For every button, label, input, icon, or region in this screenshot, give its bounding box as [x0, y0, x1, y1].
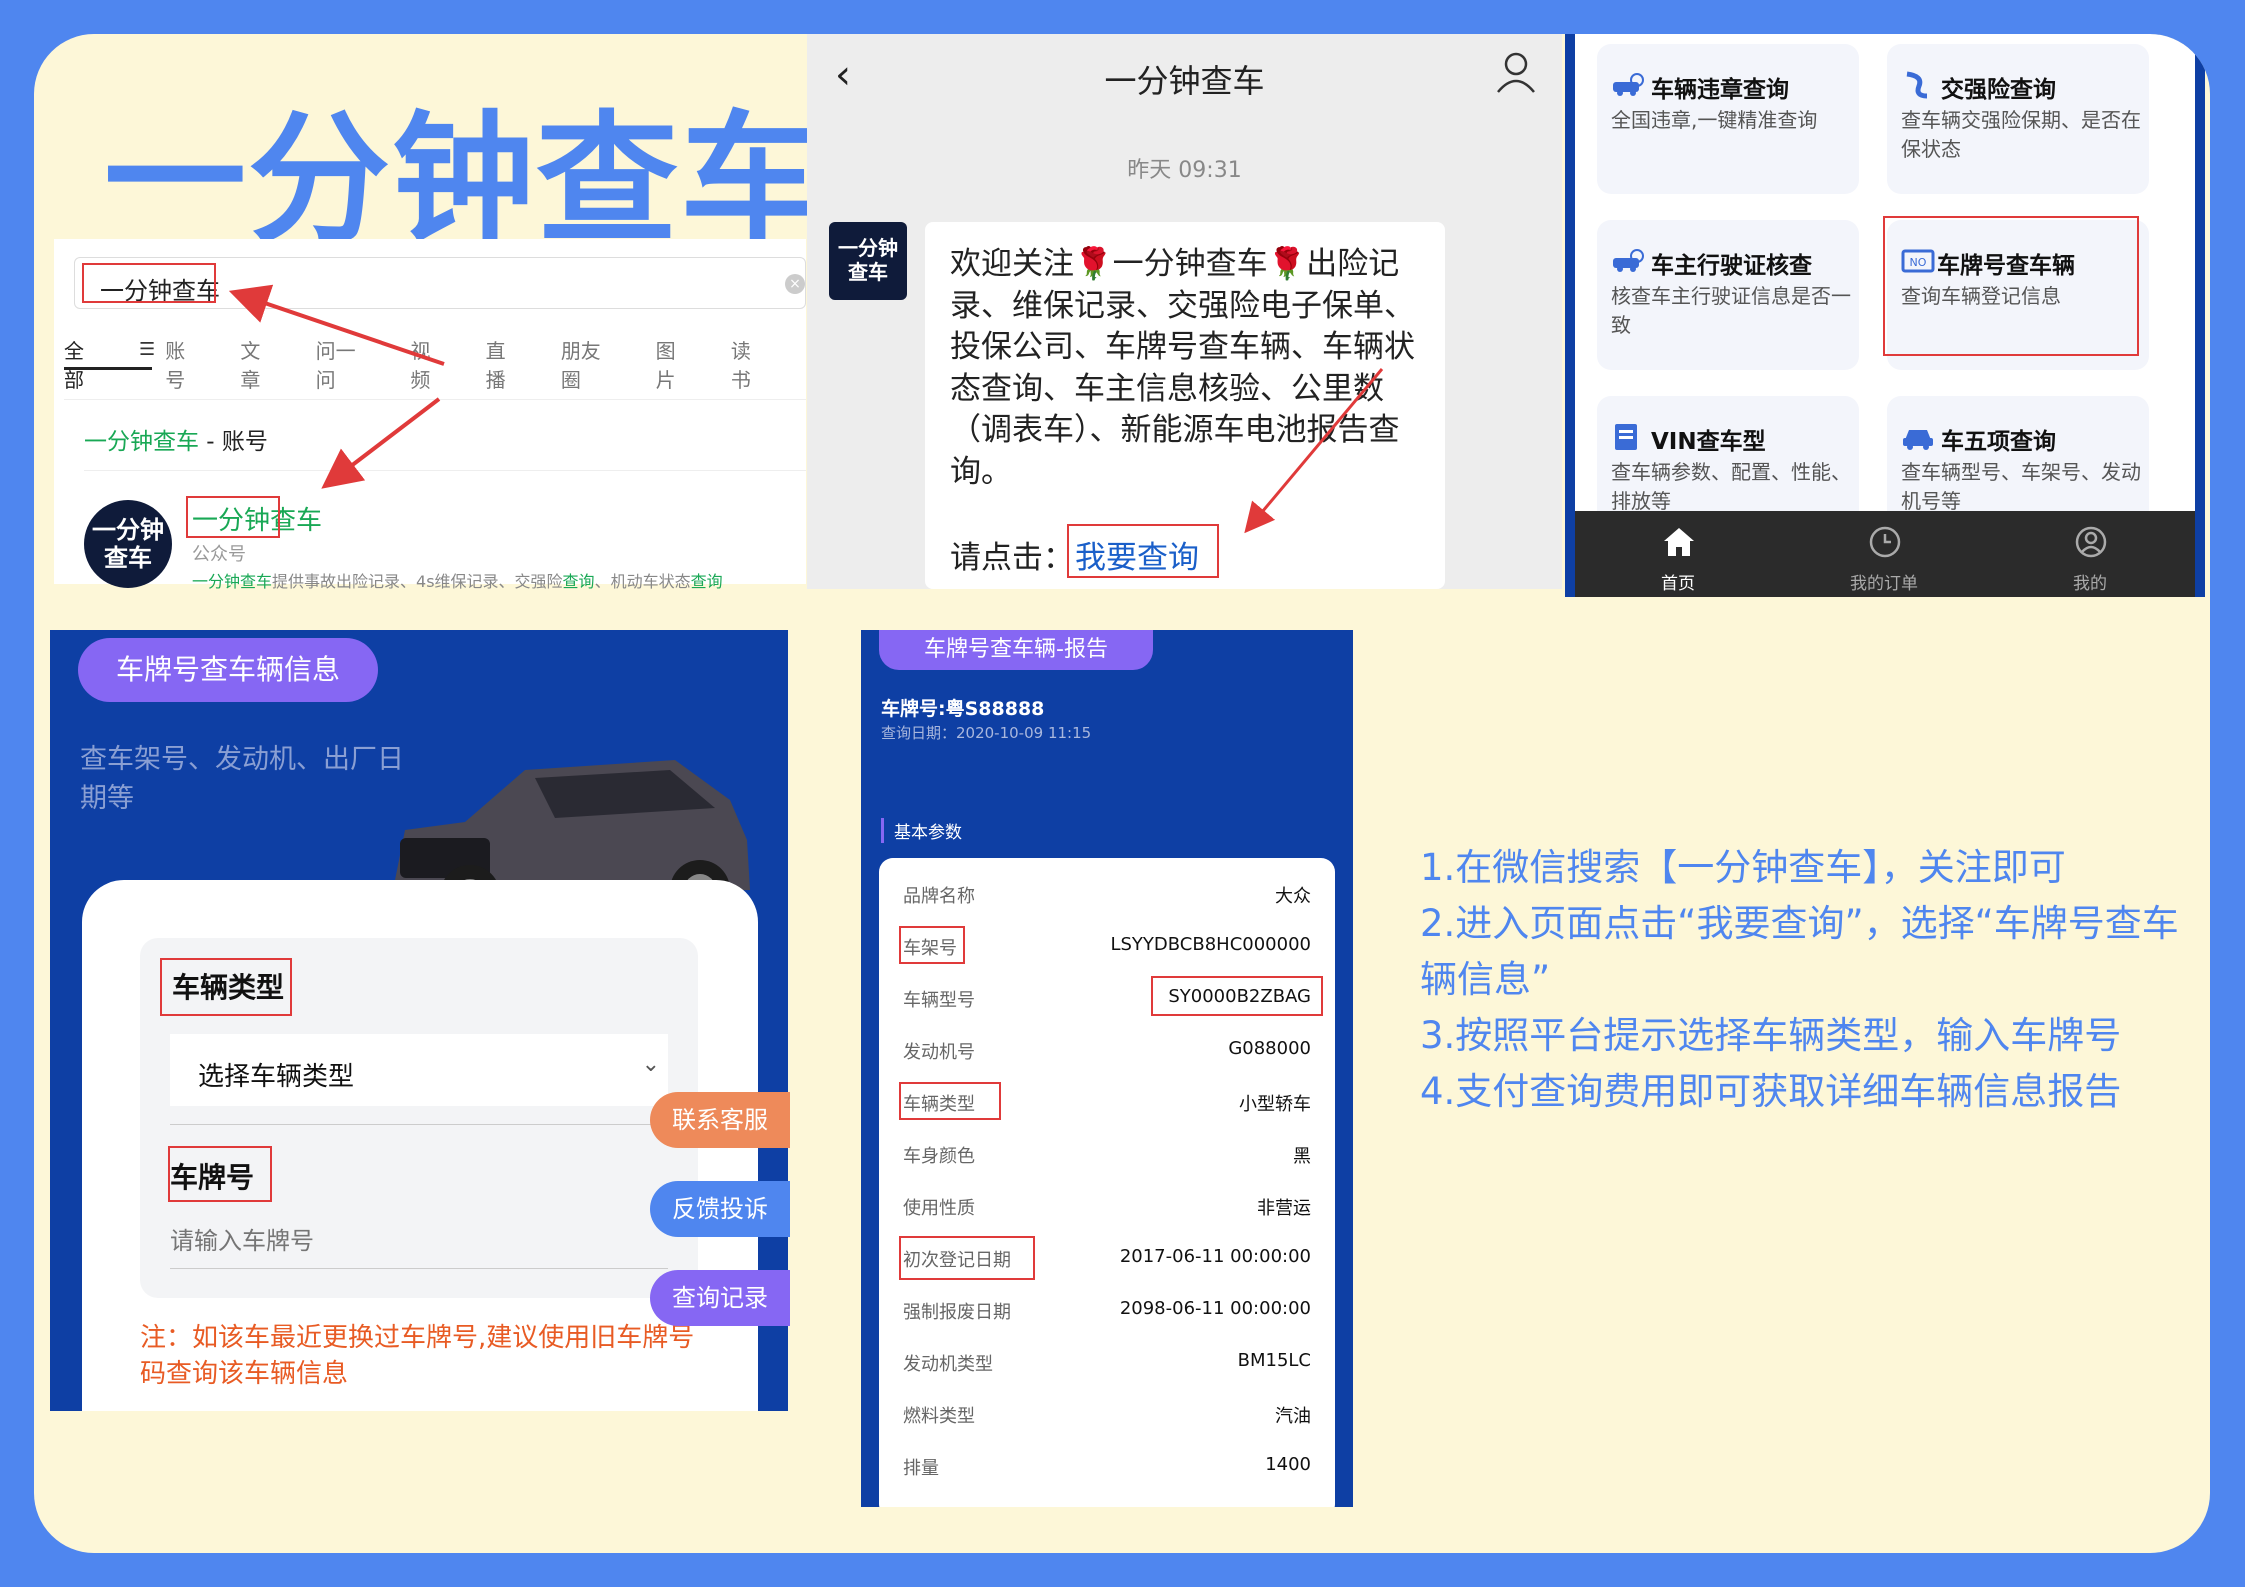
nav-label: 我的订单 [1850, 574, 1918, 594]
feedback-button[interactable]: 反馈投诉 [650, 1181, 790, 1237]
table-row: 强制报废日期 2098-06-11 00:00:00 [903, 1298, 1311, 1323]
user-icon [2075, 526, 2107, 558]
tile-title: VIN查车型 [1651, 429, 1766, 455]
arrow-annotations [228, 284, 445, 489]
tile-insurance[interactable]: 交强险查询 查车辆交强险保期、是否在保状态 [1887, 44, 2149, 194]
bottom-nav: 首页 我的订单 我的 [1575, 511, 2195, 597]
report-table: 品牌名称 大众 车架号 LSYYDBCB8HC000000 车辆型号 SY0000B2… [879, 858, 1335, 1507]
form-card: 车辆类型 选择车辆类型 ⌄ 车牌号 注：如该车最近更换过车牌号,建议使用旧车牌号… [82, 880, 758, 1411]
report-date: 查询日期：2020-10-09 11:15 [881, 724, 1092, 742]
table-row: 发动机类型 BM15LC [903, 1350, 1311, 1375]
highlight-box [160, 958, 292, 1016]
chevron-down-icon: ⌄ [641, 1052, 660, 1077]
form-note: 注：如该车最近更换过车牌号,建议使用旧车牌号码查询该车辆信息 [140, 1323, 695, 1389]
nav-home[interactable]: 首页 [1575, 511, 1781, 597]
table-row: 排量 1400 [903, 1454, 1311, 1479]
clock-icon [1869, 526, 1901, 558]
report-pill: 车牌号查车辆-报告 [879, 630, 1153, 670]
tile-plate-lookup[interactable]: NO 车牌号查车辆 查询车辆登记信息 [1883, 216, 2149, 370]
tile-desc: 核查车主行驶证信息是否一致 [1611, 284, 1851, 337]
tile-violation[interactable]: 车辆违章查询 全国违章,一键精准查询 [1597, 44, 1859, 194]
vehicle-type-select[interactable]: 选择车辆类型 ⌄ [170, 1034, 668, 1106]
divider [170, 1124, 668, 1125]
step-2: 2.进入页面点击“我要查询”，选择“车牌号查车辆信息” [1420, 902, 2179, 1001]
highlight-box [899, 1082, 1001, 1120]
tile-desc: 查车辆参数、配置、性能、排放等 [1611, 460, 1851, 513]
car-search-icon [1613, 73, 1644, 96]
report-plate: 车牌号:粤S88888 [881, 698, 1045, 720]
tile-desc: 查车辆型号、车架号、发动机号等 [1901, 460, 2141, 513]
arrow-annotation [1244, 368, 1384, 534]
service-panel: 车辆违章查询 全国违章,一键精准查询 交强险查询 查车辆交强险保期、是否在保状态… [1565, 34, 2205, 597]
form-subtitle: 查车架号、发动机、出厂日期等 [80, 744, 404, 814]
tile-title: 车五项查询 [1941, 429, 2056, 455]
tile-license-check[interactable]: 车主行驶证核查 核查车主行驶证信息是否一致 [1597, 220, 1859, 370]
insurance-icon [1906, 71, 1928, 99]
chat-panel: ‹ 一分钟查车 昨天 09:31 一分钟查车 欢迎关注🌹一分钟查车🌹出险记录、维… [807, 34, 1562, 589]
table-row: 车辆型号 SY0000B2ZBAG [879, 972, 1335, 1024]
tile-desc: 全国违章,一键精准查询 [1611, 108, 1818, 132]
table-row: 车辆类型 小型轿车 [879, 1076, 1335, 1128]
table-row: 初次登记日期 2017-06-11 00:00:00 [879, 1232, 1335, 1284]
step-1: 1.在微信搜索【一分钟查车】，关注即可 [1420, 846, 2066, 889]
table-row: 使用性质 非营运 [903, 1198, 1311, 1219]
poster-card: 一分钟查车 一分钟查车 × 全部 账号 文章 问一问 视频 直播 朋友圈 图片 … [34, 34, 2210, 1553]
divider [170, 1268, 668, 1269]
highlight-box [1883, 216, 2139, 356]
table-row: 品牌名称 大众 [903, 886, 1311, 907]
form-fields: 车辆类型 选择车辆类型 ⌄ 车牌号 [140, 938, 698, 1298]
nav-me[interactable]: 我的 [1987, 511, 2193, 597]
tile-desc: 查车辆交强险保期、是否在保状态 [1901, 108, 2141, 161]
table-row: 燃料类型 汽油 [903, 1406, 1311, 1427]
instruction-steps: 1.在微信搜索【一分钟查车】，关注即可 2.进入页面点击“我要查询”，选择“车牌… [1420, 840, 2180, 1120]
highlight-box [168, 1146, 272, 1202]
car-icon [1903, 430, 1933, 450]
form-pill: 车牌号查车辆信息 [78, 638, 378, 702]
home-icon [1664, 528, 1694, 556]
tile-title: 车主行驶证核查 [1651, 253, 1812, 279]
table-row: 车身颜色黑 [903, 1146, 1311, 1167]
select-placeholder: 选择车辆类型 [198, 1062, 355, 1092]
plate-input[interactable] [170, 1223, 668, 1259]
step-3: 3.按照平台提示选择车辆类型，输入车牌号 [1420, 1014, 2122, 1057]
form-panel: 车牌号查车辆信息 查车架号、发动机、出厂日期等 车辆类型 选择车辆类型 ⌄ 车牌… [50, 630, 790, 1411]
tile-title: 交强险查询 [1941, 77, 2056, 103]
section-title: 基本参数 [881, 818, 962, 843]
step-4: 4.支付查询费用即可获取详细车辆信息报告 [1420, 1070, 2122, 1113]
contact-support-button[interactable]: 联系客服 [650, 1092, 790, 1148]
highlight-box [899, 926, 965, 964]
highlight-box [1151, 976, 1323, 1016]
nav-label: 我的 [2073, 574, 2107, 594]
table-row: 发动机号 G088000 [903, 1038, 1311, 1063]
table-row: 车架号 LSYYDBCB8HC000000 [879, 920, 1335, 972]
nav-label: 首页 [1661, 574, 1695, 594]
query-history-button[interactable]: 查询记录 [650, 1270, 790, 1326]
car-search-icon [1613, 249, 1644, 272]
service-grid: 车辆违章查询 全国违章,一键精准查询 交强险查询 查车辆交强险保期、是否在保状态… [1575, 34, 2195, 546]
document-icon [1615, 424, 1637, 450]
highlight-box [899, 1236, 1035, 1280]
report-panel: 车牌号查车辆-报告 车牌号:粤S88888 查询日期：2020-10-09 11… [861, 630, 1353, 1507]
tile-title: 车辆违章查询 [1651, 77, 1789, 103]
nav-orders[interactable]: 我的订单 [1781, 511, 1987, 597]
